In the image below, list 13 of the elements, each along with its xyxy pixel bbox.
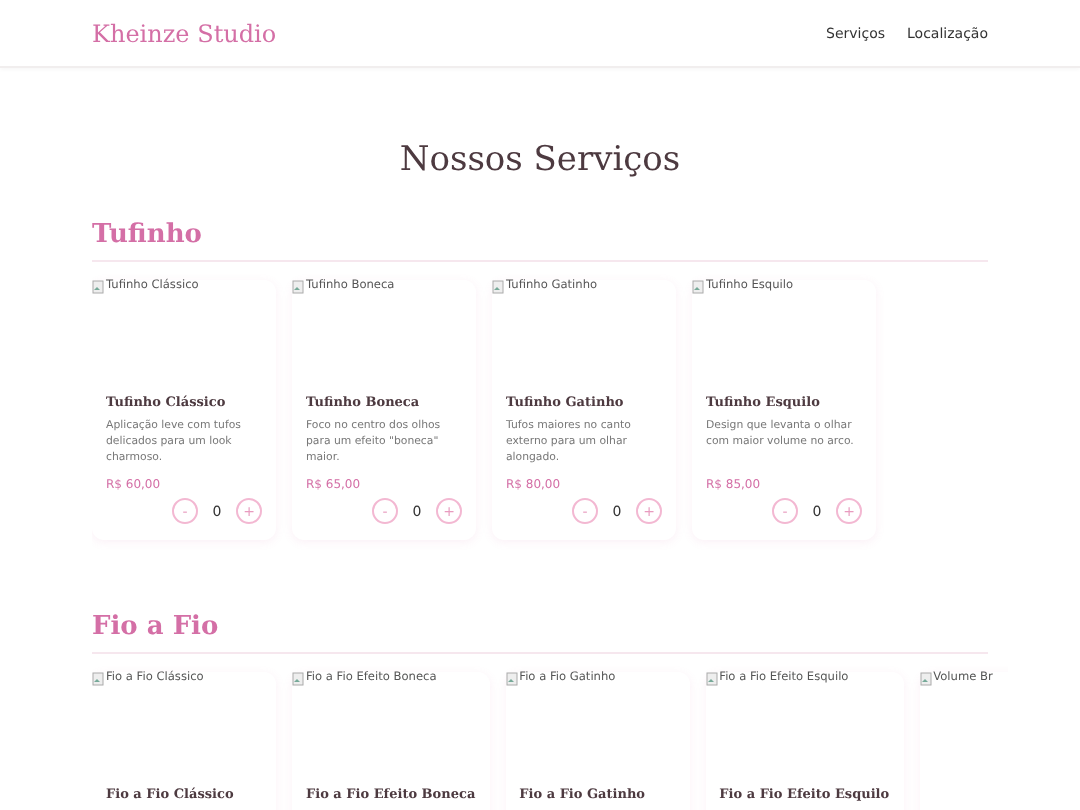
section-title: Fio a Fio	[92, 612, 988, 654]
broken-image-icon	[492, 280, 504, 294]
broken-image-icon	[919, 672, 932, 686]
broken-image-icon	[92, 672, 104, 686]
page-title: Nossos Serviços	[397, 140, 683, 180]
broken-image-icon	[505, 672, 518, 686]
broken-image-icon	[92, 280, 104, 294]
broken-image-icon	[292, 672, 304, 686]
broken-image-icon	[292, 280, 304, 294]
section-title: Tufinho	[92, 220, 988, 262]
broken-image-icon	[692, 280, 704, 294]
broken-image-icon	[705, 672, 718, 686]
brand-logo[interactable]: Kheinze Studio	[92, 19, 277, 47]
